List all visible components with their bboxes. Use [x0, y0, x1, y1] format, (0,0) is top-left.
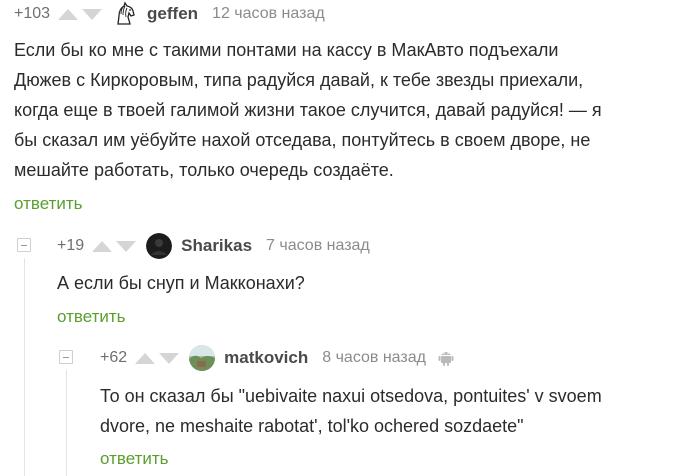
upvote-icon[interactable] — [92, 240, 113, 252]
comment-author[interactable]: matkovich — [224, 348, 308, 368]
comment-author[interactable]: geffen — [147, 4, 198, 24]
dark-avatar-icon[interactable] — [146, 233, 173, 259]
comment-header: +103 geffen 12 часов назад — [14, 0, 325, 28]
horse-avatar-icon[interactable] — [112, 1, 139, 27]
vote-controls — [135, 352, 180, 364]
comment-text: А если бы снуп и Макконахи? — [57, 268, 687, 298]
comment-rating: +19 — [57, 237, 85, 254]
comment-text: Если бы ко мне с такими понтами на кассу… — [14, 35, 694, 185]
comment-text-line: Дюжев с Киркоровым, типа радуйся давай, … — [14, 70, 584, 90]
comment-text-line: То он сказал бы "uebivaite naxui otsedov… — [100, 386, 602, 406]
comment-author[interactable]: Sharikas — [181, 236, 252, 256]
comment-header: +62 matkovich 8 часов назад — [100, 344, 454, 372]
comment-time: 8 часов назад — [322, 349, 426, 366]
comment-header: +19 Sharikas 7 часов назад — [57, 232, 370, 260]
comment-text-line: dvore, ne meshaite rabotat', tol'ko oche… — [100, 416, 524, 436]
upvote-icon[interactable] — [58, 8, 79, 20]
comment-text-line: Если бы ко мне с такими понтами на кассу… — [14, 40, 559, 60]
comment-text-line: бы сказал им уёбуйте нахой отседава, пон… — [14, 130, 591, 150]
vote-controls — [58, 8, 103, 20]
thread-line[interactable] — [24, 258, 25, 476]
reply-link[interactable]: ответить — [100, 448, 169, 470]
collapse-thread-button[interactable] — [59, 350, 73, 364]
downvote-icon[interactable] — [159, 352, 180, 364]
reply-link[interactable]: ответить — [57, 306, 126, 328]
comment-rating: +62 — [100, 349, 128, 366]
downvote-icon[interactable] — [116, 240, 137, 252]
comment-time: 7 часов назад — [266, 237, 370, 254]
vote-controls — [92, 240, 137, 252]
comment-rating: +103 — [14, 5, 51, 22]
reply-link[interactable]: ответить — [14, 193, 83, 215]
android-icon — [438, 352, 454, 366]
upvote-icon[interactable] — [135, 352, 156, 364]
comment-text-line: когда еще в твоей галимой жизни такое сл… — [14, 100, 602, 120]
comment-text-line: А если бы снуп и Макконахи? — [57, 273, 305, 293]
collapse-thread-button[interactable] — [17, 238, 31, 252]
comment-text: То он сказал бы "uebivaite naxui otsedov… — [100, 381, 695, 441]
comment-text-line: мешайте работать, только очередь создаёт… — [14, 160, 394, 180]
comment-time: 12 часов назад — [212, 5, 325, 22]
thread-line[interactable] — [66, 370, 67, 476]
downvote-icon[interactable] — [82, 8, 103, 20]
landscape-avatar-icon[interactable] — [189, 345, 216, 371]
